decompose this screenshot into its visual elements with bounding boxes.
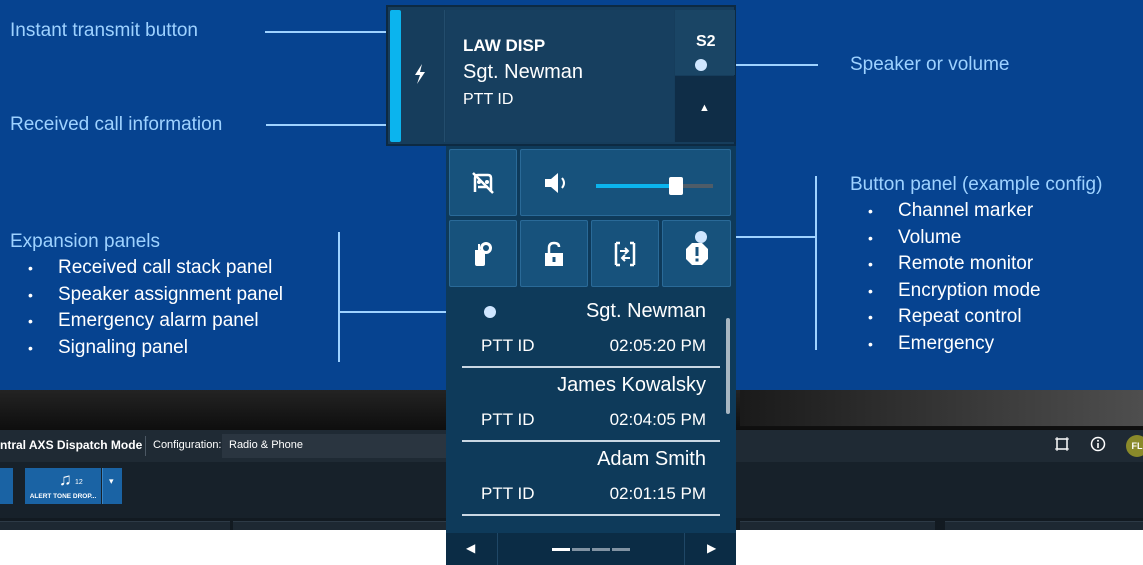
annotation-expansion-title: Expansion panels (10, 231, 160, 252)
alert-tone-dropdown[interactable]: ▾ (102, 468, 122, 504)
info-icon[interactable] (1090, 436, 1106, 456)
bracket-line (815, 176, 817, 350)
lightning-bolt-icon (413, 64, 427, 90)
fullscreen-icon[interactable] (1054, 436, 1070, 456)
channel-marker-button[interactable] (449, 149, 517, 216)
call-name: Adam Smith (597, 448, 706, 470)
emergency-button[interactable] (662, 220, 731, 287)
list-item: Channel marker (850, 198, 1041, 225)
instant-transmit-button[interactable] (401, 10, 445, 142)
screenshot-stage: ntral AXS Dispatch Mode Configuration: R… (0, 0, 1143, 565)
configuration-value: Radio & Phone (229, 439, 303, 451)
expansion-panel-pager: ◀ ▶ (446, 533, 736, 565)
page-dot[interactable] (552, 548, 570, 551)
call-time: 02:04:05 PM (609, 410, 706, 429)
speaker-icon (545, 173, 565, 193)
annotation-button-panel-list: Channel marker Volume Remote monitor Enc… (850, 198, 1041, 358)
expand-button[interactable]: ▲ (675, 76, 735, 142)
caller-id: PTT ID (463, 91, 514, 108)
annotation-expansion-list: Received call stack panel Speaker assign… (10, 255, 283, 361)
volume-control[interactable] (520, 149, 731, 216)
music-note-icon: ♫ (59, 470, 72, 489)
dispatch-mode-title: ntral AXS Dispatch Mode (0, 438, 143, 452)
call-id: PTT ID (481, 484, 535, 503)
annotation-received-call-info: Received call information (10, 114, 223, 135)
alert-tone-drop-label: ALERT TONE DROP... (29, 493, 97, 500)
page-dot[interactable] (612, 548, 630, 551)
annotation-speaker-volume: Speaker or volume (850, 54, 1010, 75)
received-call-stack: Sgt. Newman PTT ID 02:05:20 PM James Kow… (446, 294, 736, 524)
list-item: Speaker assignment panel (10, 282, 283, 309)
connector-dot (695, 59, 707, 71)
ribbon-button-partial[interactable] (0, 468, 13, 504)
list-item: Volume (850, 225, 1041, 252)
call-time: 02:01:15 PM (609, 484, 706, 503)
next-panel-button[interactable]: ▶ (684, 533, 736, 565)
remote-monitor-button[interactable] (449, 220, 517, 287)
window-strip-highlight (740, 390, 1143, 426)
chevron-right-icon: ▶ (707, 541, 717, 555)
list-item: Encryption mode (850, 278, 1041, 305)
list-item: Signaling panel (10, 335, 283, 362)
encryption-mode-button[interactable] (520, 220, 588, 287)
previous-panel-button[interactable]: ◀ (446, 533, 498, 565)
list-item: Emergency (850, 331, 1041, 358)
annotation-button-panel-title: Button panel (example config) (850, 174, 1103, 195)
configuration-select[interactable]: Radio & Phone (222, 434, 448, 458)
channel-marker-icon (472, 171, 494, 194)
volume-slider-handle[interactable] (669, 177, 683, 195)
channel-widget-body: Sgt. Newman PTT ID 02:05:20 PM James Kow… (446, 146, 736, 565)
channel-status-bar (390, 10, 401, 142)
list-item: Emergency alarm panel (10, 308, 283, 335)
repeat-control-button[interactable] (591, 220, 659, 287)
alert-tone-count: 12 (75, 479, 83, 486)
configuration-label: Configuration: (153, 439, 222, 451)
channel-name: LAW DISP (463, 36, 546, 55)
list-item: Received call stack panel (10, 255, 283, 282)
annotation-instant-transmit: Instant transmit button (10, 20, 198, 41)
volume-slider-fill (596, 184, 676, 188)
speaker-label: S2 (696, 33, 716, 50)
alert-tone-drop-button[interactable]: ♫ 12 ALERT TONE DROP... (25, 468, 101, 504)
chevron-up-icon: ▲ (699, 102, 710, 114)
call-id: PTT ID (481, 410, 535, 429)
call-id: PTT ID (481, 336, 535, 355)
call-stack-scrollbar[interactable] (726, 318, 730, 414)
connector-dot (484, 306, 496, 318)
volume-slider[interactable] (596, 177, 713, 195)
list-item[interactable]: Sgt. Newman PTT ID 02:05:20 PM (462, 294, 720, 368)
received-call-info[interactable]: LAW DISP Sgt. Newman PTT ID (446, 10, 674, 142)
call-name: James Kowalsky (557, 374, 706, 396)
list-item: Repeat control (850, 304, 1041, 331)
list-item[interactable]: Adam Smith PTT ID 02:01:15 PM (462, 442, 720, 516)
toolbar-divider (145, 436, 146, 456)
call-time: 02:05:20 PM (609, 336, 706, 355)
chevron-left-icon: ◀ (466, 541, 476, 555)
page-dot[interactable] (572, 548, 590, 551)
bracket-line (338, 232, 340, 362)
call-name: Sgt. Newman (585, 300, 706, 322)
chevron-down-icon: ▾ (109, 476, 114, 486)
list-item[interactable]: James Kowalsky PTT ID 02:04:05 PM (462, 368, 720, 442)
unlocked-padlock-icon (545, 241, 563, 266)
remote-monitor-icon (475, 241, 492, 266)
list-item: Remote monitor (850, 251, 1041, 278)
repeat-control-icon (614, 241, 636, 266)
page-dot[interactable] (592, 548, 610, 551)
user-avatar[interactable]: FL (1126, 435, 1143, 457)
connector-dot (695, 231, 707, 243)
emergency-icon (685, 242, 708, 265)
caller-name: Sgt. Newman (463, 61, 584, 83)
